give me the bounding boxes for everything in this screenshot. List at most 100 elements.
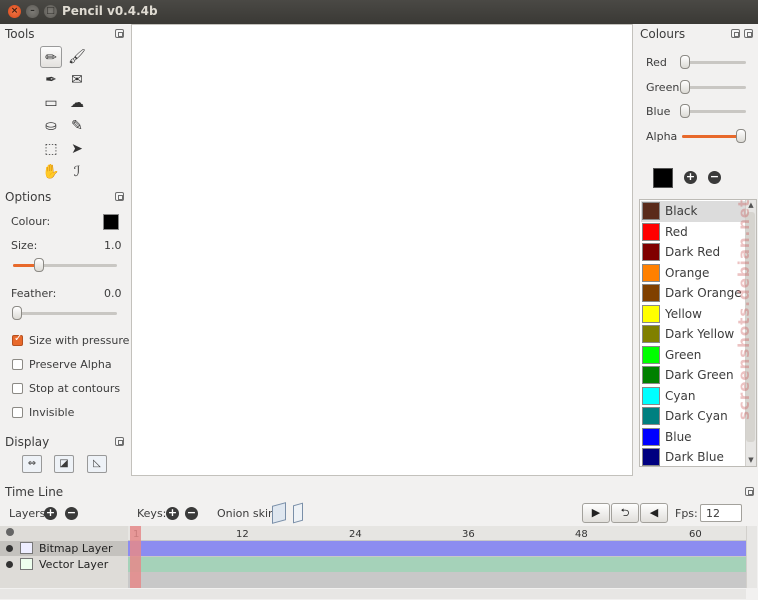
colour-slider-knob[interactable] — [680, 79, 690, 94]
horizontal-flip-button[interactable]: ⇔ — [22, 455, 42, 473]
feather-slider-knob[interactable] — [12, 306, 22, 320]
colour-slider-knob[interactable] — [680, 104, 690, 118]
checkbox-stop-at-contours[interactable] — [12, 383, 23, 394]
palette-item[interactable]: Dark Yellow — [641, 324, 745, 345]
window-maximize-button[interactable]: □ — [44, 5, 57, 18]
colour-slider-track[interactable] — [682, 85, 746, 89]
palette-colour-name: Blue — [665, 429, 692, 444]
palette-swatch — [642, 386, 660, 405]
layer-hscroll[interactable] — [0, 589, 128, 599]
window-minimize-button[interactable]: – — [26, 5, 39, 18]
timeline-vscroll[interactable] — [746, 526, 757, 588]
tools-float-button[interactable] — [115, 29, 124, 38]
checkbox-invisible[interactable] — [12, 407, 23, 418]
onion-next-icon[interactable] — [293, 502, 303, 524]
clear-tool-icon[interactable]: ☁ — [66, 92, 88, 114]
pen-tool-icon[interactable]: ✒ — [40, 69, 62, 91]
outlines-button[interactable]: ◺ — [87, 455, 107, 473]
window-title: Pencil v0.4.4b — [62, 4, 158, 18]
loop-button[interactable]: ⮌ — [611, 503, 639, 523]
move-tool-icon[interactable]: ➤ — [66, 138, 88, 160]
size-slider-knob[interactable] — [34, 258, 44, 272]
sound-button[interactable]: ◀ — [640, 503, 668, 523]
remove-colour-icon[interactable]: − — [708, 171, 721, 184]
add-colour-icon[interactable]: + — [684, 171, 697, 184]
add-layer-icon[interactable]: + — [44, 507, 57, 520]
palette-item[interactable]: Orange — [641, 263, 745, 284]
layer-row[interactable]: Vector Layer — [0, 557, 128, 572]
fps-field[interactable]: 12 — [700, 504, 742, 522]
remove-layer-icon[interactable]: − — [65, 507, 78, 520]
layer-visibility-icon[interactable] — [6, 545, 13, 552]
palette-item[interactable]: Cyan — [641, 386, 745, 407]
onion-skin-label: Onion skin: — [217, 507, 279, 520]
brush-tool-icon[interactable]: 🖌 — [66, 46, 88, 68]
scroll-down-icon[interactable]: ▼ — [746, 456, 756, 464]
thin-lines-button[interactable]: ◪ — [54, 455, 74, 473]
colours-float-button[interactable] — [731, 29, 740, 38]
options-panel-title: Options — [5, 190, 52, 204]
colours-close-button[interactable] — [744, 29, 753, 38]
palette-item[interactable]: Green — [641, 345, 745, 366]
palette-item[interactable]: Dark Cyan — [641, 406, 745, 427]
timeline-float-button[interactable] — [745, 487, 754, 496]
colour-slider-track[interactable] — [682, 61, 746, 64]
options-float-button[interactable] — [115, 192, 124, 201]
feather-label: Feather: — [11, 287, 57, 300]
pencil-tool-icon[interactable]: ✏ — [40, 46, 62, 68]
layer-track[interactable] — [128, 557, 746, 572]
palette-item[interactable]: Dark Green — [641, 365, 745, 386]
playhead[interactable] — [130, 526, 141, 588]
option-colour-swatch[interactable] — [103, 214, 119, 230]
window-close-button[interactable]: × — [8, 5, 21, 18]
feather-value: 0.0 — [104, 287, 122, 300]
display-float-button[interactable] — [115, 437, 124, 446]
frame-hscroll[interactable] — [128, 589, 746, 599]
bucket-tool-icon[interactable]: ⛀ — [40, 115, 62, 137]
feather-slider-track[interactable] — [13, 312, 117, 315]
hand-tool-icon[interactable]: ✋ — [40, 161, 62, 183]
watermark: screenshots.debian.net — [735, 198, 753, 420]
palette-swatch — [642, 407, 660, 425]
ruler-frame-number: 12 — [236, 529, 249, 540]
current-colour-swatch[interactable] — [653, 168, 673, 188]
colour-slider-knob[interactable] — [680, 55, 690, 69]
colour-slider-track[interactable] — [682, 110, 746, 113]
layer-track[interactable] — [128, 541, 746, 556]
eraser-tool-icon[interactable]: ▭ — [40, 92, 62, 114]
size-value: 1.0 — [104, 239, 122, 252]
colour-slider-label: Red — [646, 56, 667, 69]
colour-slider-knob[interactable] — [736, 128, 746, 143]
checkbox-preserve-alpha[interactable] — [12, 359, 23, 370]
window-titlebar: × – □ Pencil v0.4.4b — [0, 0, 758, 24]
palette-item[interactable]: Blue — [641, 427, 745, 448]
checkbox-label: Size with pressure — [29, 334, 130, 347]
palette-colour-name: Black — [665, 204, 698, 218]
palette-item[interactable]: Yellow — [641, 304, 745, 325]
size-label: Size: — [11, 239, 38, 252]
layer-row[interactable]: Bitmap Layer — [0, 541, 128, 556]
palette-item[interactable]: Dark Red — [641, 242, 745, 263]
polyline-tool-icon[interactable]: ✉ — [66, 69, 88, 91]
visibility-all-icon[interactable] — [6, 528, 14, 536]
palette-colour-name: Green — [665, 347, 702, 362]
checkbox-label: Stop at contours — [29, 382, 121, 395]
palette-item[interactable]: Red — [641, 222, 745, 243]
smudge-tool-icon[interactable]: ℐ — [66, 161, 88, 183]
play-button[interactable]: ▶ — [582, 503, 610, 523]
colour-label: Colour: — [11, 215, 51, 228]
palette-item[interactable]: Dark Blue — [641, 447, 745, 466]
palette-colour-name: Dark Orange — [665, 286, 742, 300]
palette-item[interactable]: Dark Orange — [641, 283, 745, 304]
drawing-canvas[interactable] — [131, 24, 633, 476]
eyedropper-tool-icon[interactable]: ✎ — [66, 115, 88, 137]
palette-item[interactable]: Black — [641, 201, 745, 222]
remove-key-icon[interactable]: − — [185, 507, 198, 520]
ruler-frame-number: 60 — [689, 529, 702, 540]
layer-visibility-icon[interactable] — [6, 561, 13, 568]
onion-prev-icon[interactable] — [272, 502, 286, 524]
checkbox-size-with-pressure[interactable] — [12, 333, 23, 346]
palette-swatch — [642, 263, 660, 282]
select-tool-icon[interactable]: ⬚ — [40, 138, 62, 160]
add-key-icon[interactable]: + — [166, 507, 179, 520]
